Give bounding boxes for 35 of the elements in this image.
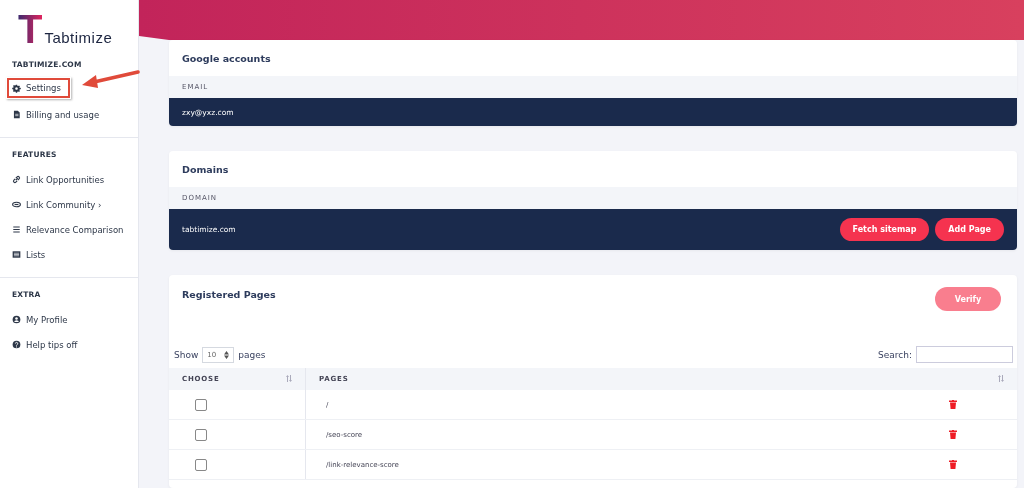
checkbox[interactable]	[195, 458, 207, 471]
checkbox[interactable]	[195, 398, 207, 411]
user-icon	[12, 315, 21, 324]
link-icon	[12, 175, 21, 184]
spinner-icon	[224, 350, 230, 359]
sidebar-item[interactable]: Billing and usage	[0, 102, 138, 127]
card-title: Registered Pages	[181, 288, 277, 302]
add-page-button[interactable]: Add Page	[935, 218, 1004, 241]
list-icon	[12, 250, 21, 259]
menu-icon	[12, 225, 21, 234]
help-icon	[12, 340, 21, 349]
trash-icon[interactable]	[949, 430, 957, 439]
checkbox[interactable]	[195, 428, 207, 441]
show-label: Show	[174, 349, 199, 360]
search-field[interactable]	[916, 346, 1013, 363]
card-title: Google accounts	[181, 52, 272, 66]
sidebar-item[interactable]: Link Opportunities	[0, 167, 138, 192]
show-suffix: pages	[238, 349, 266, 360]
sidebar-item[interactable]: Settings	[6, 77, 71, 99]
logo-text: Tabtimize	[44, 29, 113, 46]
sidebar-item[interactable]: Link Community ›	[0, 192, 138, 217]
sidebar-item[interactable]: My Profile	[0, 307, 138, 332]
sort-icon[interactable]	[998, 375, 1004, 382]
sidebar-item[interactable]: Lists	[0, 242, 138, 267]
settings-icon	[12, 83, 21, 93]
trash-icon[interactable]	[949, 400, 957, 409]
sort-icon[interactable]	[286, 375, 292, 382]
trash-icon[interactable]	[949, 460, 957, 469]
document-icon	[12, 110, 21, 119]
sidebar-item[interactable]: Help tips off	[0, 332, 138, 357]
sidebar-item[interactable]: Relevance Comparison	[0, 217, 138, 242]
fetch-sitemap-button[interactable]: Fetch sitemap	[839, 218, 930, 241]
card-title: Domains	[181, 163, 230, 177]
annotation-arrow	[80, 69, 140, 91]
search-label: Search:	[878, 349, 912, 360]
